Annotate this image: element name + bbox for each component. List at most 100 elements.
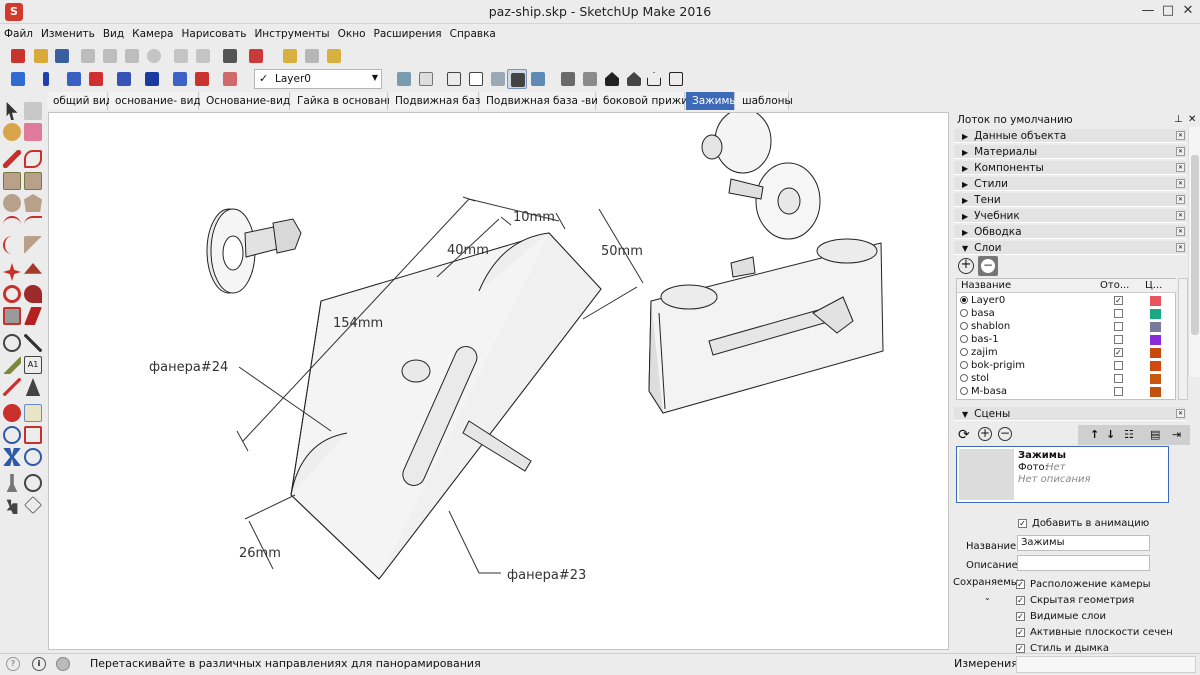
zoom-window-icon[interactable] [24, 426, 42, 444]
close-icon[interactable]: ✕ [1178, 3, 1198, 18]
active-layer-radio[interactable] [960, 348, 968, 356]
rectangle-icon[interactable] [3, 172, 21, 190]
iso-view-icon[interactable] [558, 69, 578, 89]
layer-row[interactable]: stol [957, 372, 1177, 385]
layer-row[interactable]: bok-prigim [957, 359, 1177, 372]
rotate-icon[interactable] [3, 285, 21, 303]
hidden-geometry-checkbox[interactable]: ✓ [1016, 596, 1025, 605]
layer-visible-checkbox[interactable]: ✓ [1114, 348, 1123, 357]
refresh-scene-icon[interactable]: ⟳ [958, 427, 970, 443]
redo-icon[interactable] [193, 46, 213, 66]
walk-icon[interactable] [6, 499, 18, 514]
tab-scene-8[interactable]: Зажимы [686, 92, 738, 110]
section-planes-checkbox[interactable]: ✓ [1016, 628, 1025, 637]
shaded-textures-icon[interactable] [507, 69, 527, 89]
section-plane-icon[interactable] [24, 496, 42, 514]
scale-icon[interactable] [3, 307, 21, 325]
model-viewport[interactable]: 10mm 40mm 50mm 154mm 26mm фанера#24 фане… [48, 112, 949, 650]
dimension-26mm[interactable]: 26mm [239, 546, 281, 561]
label-fanera-24[interactable]: фанера#24 [149, 360, 228, 375]
make-component-tool-icon[interactable] [24, 102, 42, 120]
visible-layers-checkbox[interactable]: ✓ [1016, 612, 1025, 621]
push-pull-icon[interactable] [24, 263, 42, 274]
menu-camera[interactable]: Камера [128, 26, 177, 43]
tab-scene-5[interactable]: Подвижная база [389, 92, 487, 110]
add-to-animation-checkbox[interactable]: ✓ [1018, 519, 1027, 528]
zoom-extents-icon[interactable] [3, 448, 21, 466]
active-layer-radio[interactable] [960, 361, 968, 369]
layer-color-swatch[interactable] [1150, 335, 1161, 345]
layers-scrollbar[interactable] [1178, 278, 1188, 400]
erase-selection-icon[interactable] [144, 46, 164, 66]
panel-close-icon[interactable]: ✕ [1176, 227, 1185, 236]
add-layer-icon[interactable]: + [958, 258, 974, 274]
delete-layer-button[interactable]: − [978, 256, 998, 276]
circle-icon[interactable] [3, 194, 21, 212]
view-options-icon[interactable]: ☷ [1124, 428, 1134, 441]
pie-icon[interactable] [24, 236, 42, 254]
undo-icon[interactable] [171, 46, 191, 66]
move-scene-up-icon[interactable]: ↑ [1090, 428, 1099, 441]
tab-scene-1[interactable]: общий вид [47, 92, 113, 110]
layer-color-swatch[interactable] [1150, 309, 1161, 319]
line-tool-icon[interactable] [3, 150, 21, 168]
col-color[interactable]: Ц... [1145, 279, 1162, 293]
shaded-icon[interactable] [488, 69, 508, 89]
component-icon[interactable] [302, 46, 322, 66]
pan-icon[interactable] [24, 404, 42, 422]
info-icon[interactable]: i [32, 657, 46, 671]
text-tool-icon[interactable]: A1 [24, 356, 42, 374]
layer-name[interactable]: basa [971, 307, 995, 320]
3d-text-icon[interactable] [25, 378, 41, 396]
tray-scrollbar[interactable] [1188, 127, 1200, 377]
blue-axis-icon[interactable] [36, 69, 56, 89]
panel-outliner[interactable]: ▶ Обводка ✕ [954, 225, 1186, 239]
tab-scene-6[interactable]: Подвижная база -вид 2 [480, 92, 615, 110]
dimension-icon[interactable] [24, 334, 42, 352]
layer-name[interactable]: shablon [971, 320, 1010, 333]
tray-close-icon[interactable]: ✕ [1188, 114, 1196, 125]
scene-item[interactable]: Зажимы Фото: Нет Нет описания [956, 446, 1169, 503]
left-view-icon[interactable] [666, 69, 686, 89]
active-layer-radio[interactable] [960, 374, 968, 382]
layer-visible-checkbox[interactable] [1114, 374, 1123, 383]
panel-close-icon[interactable]: ✕ [1176, 179, 1185, 188]
paste-icon[interactable] [122, 46, 142, 66]
axes-tool-icon[interactable] [3, 378, 21, 396]
layer-row[interactable]: shablon [957, 320, 1177, 333]
panel-close-icon[interactable]: ✕ [1176, 131, 1185, 140]
panel-close-icon[interactable]: ✕ [1176, 147, 1185, 156]
monochrome-icon[interactable] [528, 69, 548, 89]
polygon-icon[interactable] [24, 194, 42, 212]
layer-visible-checkbox[interactable] [1114, 387, 1123, 396]
tape-measure-icon[interactable] [3, 334, 21, 352]
zoom-icon[interactable] [3, 426, 21, 444]
axes-icon[interactable] [8, 69, 28, 89]
arc-icon[interactable] [3, 216, 21, 234]
panel-close-icon[interactable]: ✕ [1176, 409, 1185, 418]
panel-instructor[interactable]: ▶ Учебник ✕ [954, 209, 1186, 223]
menu-extensions[interactable]: Расширения [370, 26, 446, 43]
xray-icon[interactable] [394, 69, 414, 89]
layer-dropdown[interactable]: ✓ Layer0 ▼ [254, 69, 382, 89]
layer-row[interactable]: zajim ✓ [957, 346, 1177, 359]
dimension-40mm[interactable]: 40mm [447, 243, 489, 258]
scene-name-input[interactable]: Зажимы [1017, 535, 1150, 551]
menu-view[interactable]: Вид [99, 26, 128, 43]
hidden-line-icon[interactable] [466, 69, 486, 89]
geolocation-icon[interactable]: ? [6, 657, 20, 671]
layer-name[interactable]: bok-prigim [971, 359, 1025, 372]
layer-color-swatch[interactable] [1150, 322, 1161, 332]
panel-close-icon[interactable]: ✕ [1176, 243, 1185, 252]
panel-close-icon[interactable]: ✕ [1176, 195, 1185, 204]
rotated-rectangle-icon[interactable] [24, 172, 42, 190]
layer-name[interactable]: M-basa [971, 385, 1007, 398]
wireframe-icon[interactable] [444, 69, 464, 89]
copy-icon[interactable] [100, 46, 120, 66]
layer-name[interactable]: Layer0 [971, 294, 1005, 307]
offset-icon[interactable] [24, 307, 42, 325]
three-point-arc-icon[interactable] [3, 236, 21, 254]
tab-scene-7[interactable]: боковой прижим [597, 92, 696, 110]
front-view-icon[interactable] [602, 69, 622, 89]
minimize-icon[interactable]: — [1138, 3, 1158, 18]
